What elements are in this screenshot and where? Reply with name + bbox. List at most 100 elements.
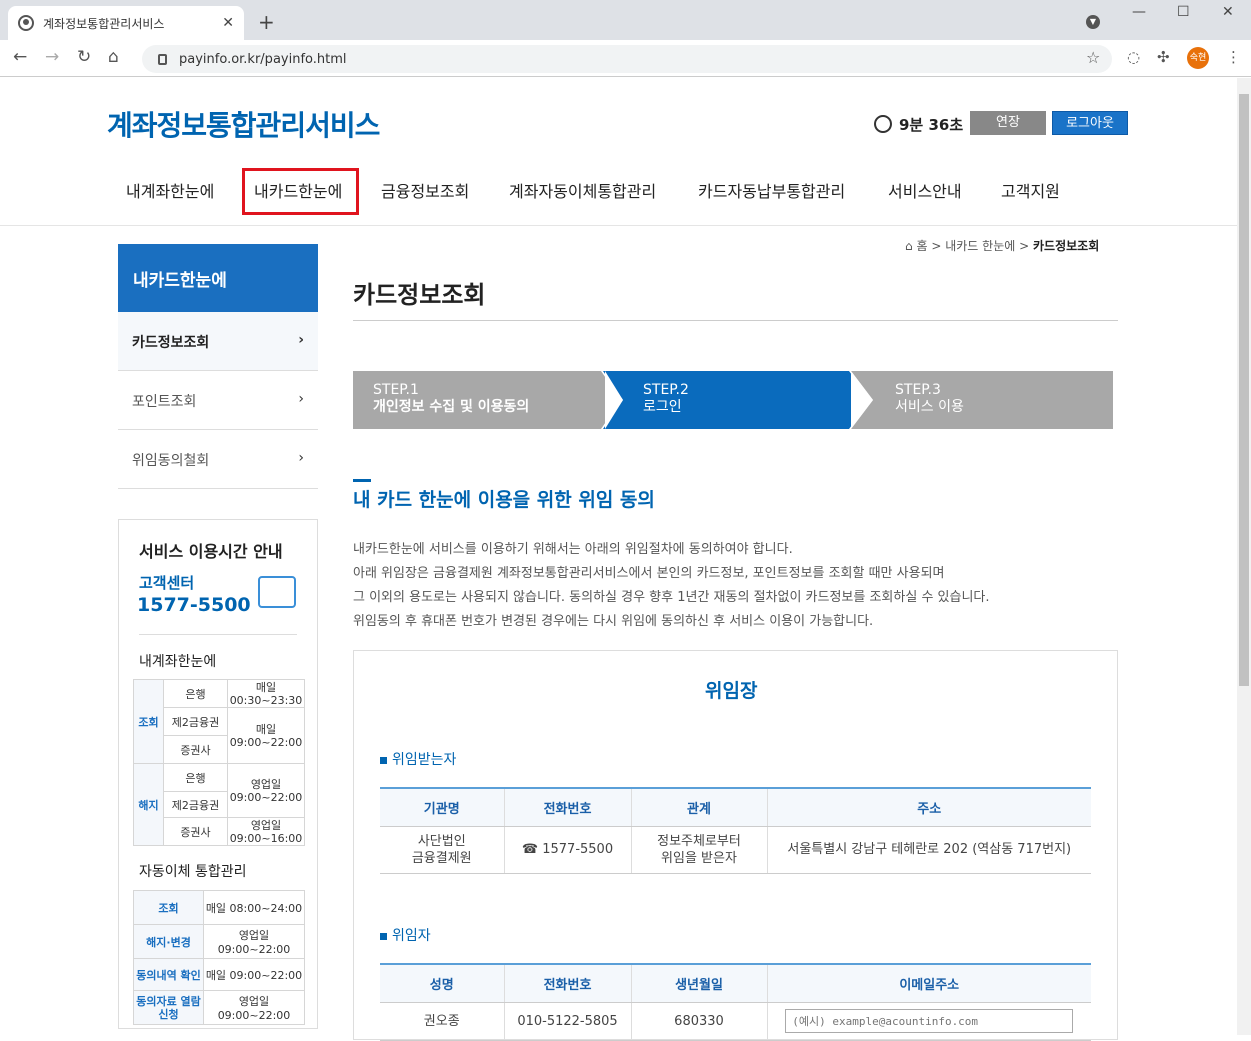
account-hours-table: 조회 은행 매일 00:30~23:30 제2금융권 매일 09:00~22:00 …	[133, 679, 305, 846]
logout-button[interactable]: 로그아웃	[1052, 111, 1128, 135]
breadcrumb: ⌂ 홈 > 내카드 한눈에 > 카드정보조회	[905, 239, 1100, 253]
heading-bar	[353, 479, 371, 482]
puzzle-icon[interactable]: ✣	[1157, 48, 1170, 66]
customer-center-icon	[258, 576, 296, 608]
session-timer: 9분 36초	[899, 116, 964, 134]
address-bar[interactable]: payinfo.or.kr/payinfo.html	[142, 45, 1112, 73]
chevron-right-icon: ›	[298, 332, 304, 348]
receiver-phone: ☎ 1577-5500	[503, 826, 631, 874]
receiver-org: 사단법인 금융결제원	[380, 826, 504, 874]
hours-cell: 매일 09:00~22:00	[227, 707, 305, 764]
lock-icon	[158, 53, 167, 65]
description-line: 그 이외의 용도로는 사용되지 않습니다. 동의하실 경우 향후 1년간 재동의…	[353, 590, 990, 605]
table-header: 전화번호	[503, 788, 631, 827]
hours-cell: 증권사	[163, 735, 228, 764]
service-hours-title: 서비스 이용시간 안내	[139, 542, 283, 561]
home-icon[interactable]: ⌂	[905, 239, 913, 253]
hours-cell: 제2금융권	[163, 707, 228, 736]
hours-cell: 은행	[163, 763, 228, 792]
step-3: STEP.3 서비스 이용	[895, 382, 964, 415]
lnb-item-revoke[interactable]: 위임동의철회 ›	[118, 430, 318, 489]
hours-key: 동의내역 확인	[133, 958, 204, 991]
divider	[139, 634, 297, 635]
table-row: 사단법인 금융결제원 ☎ 1577-5500 정보주체로부터 위임을 받은자 서울특…	[380, 826, 1091, 874]
gnb-item-support[interactable]: 고객지원	[1001, 178, 1060, 202]
gnb-item-service[interactable]: 서비스안내	[888, 178, 962, 202]
step-1: STEP.1 개인정보 수집 및 이용동의	[373, 382, 530, 415]
lnb-item-points[interactable]: 포인트조회 ›	[118, 371, 318, 430]
avatar[interactable]: 숙현	[1187, 47, 1209, 69]
step-3-bg	[851, 371, 1113, 429]
extend-button[interactable]: 연장	[970, 111, 1046, 135]
receiver-address: 서울특별시 강남구 테헤란로 202 (역삼동 717번지)	[766, 826, 1091, 874]
table-header: 생년월일	[630, 964, 767, 1003]
lnb-item-card-info[interactable]: 카드정보조회 ›	[118, 312, 318, 371]
autotransfer-hours-table: 조회 매일 08:00~24:00 해지·변경 영업일 09:00~22:00 동의…	[133, 890, 305, 1025]
hours-key: 해지·변경	[133, 924, 204, 959]
email-field[interactable]	[785, 1009, 1074, 1033]
window-close-icon[interactable]: ✕	[1222, 4, 1234, 20]
autotransfer-hours-title: 자동이체 통합관리	[139, 864, 247, 880]
url-text: payinfo.or.kr/payinfo.html	[179, 51, 347, 67]
site-logo[interactable]: 계좌정보통합관리서비스	[107, 104, 380, 144]
receiver-table: 기관명 전화번호 관계 주소 사단법인 금융결제원 ☎ 1577-5500 정보주…	[380, 787, 1091, 874]
maximize-icon[interactable]: ☐	[1177, 4, 1190, 20]
giver-name: 권오종	[380, 1002, 504, 1041]
page-title: 카드정보조회	[353, 281, 486, 309]
table-header: 기관명	[380, 788, 504, 827]
browser-tab[interactable]: 계좌정보통합관리서비스 ✕	[8, 6, 244, 40]
chevron-right-icon: ›	[298, 450, 304, 466]
hours-cell: 제2금융권	[163, 791, 228, 818]
table-header: 주소	[766, 788, 1091, 827]
tab-title: 계좌정보통합관리서비스	[43, 16, 165, 31]
back-icon[interactable]: ←	[13, 47, 27, 67]
new-tab-button[interactable]: +	[258, 10, 275, 34]
lnb-item-label: 위임동의철회	[132, 453, 210, 469]
hours-key: 조회	[133, 679, 164, 764]
breadcrumb-home[interactable]: 홈	[916, 239, 927, 253]
gnb-item-finance[interactable]: 금융정보조회	[381, 178, 469, 202]
scrollbar-thumb[interactable]	[1239, 94, 1249, 686]
chevron-right-icon: ›	[298, 391, 304, 407]
forward-icon[interactable]: →	[45, 47, 59, 67]
giver-section-title: 위임자	[380, 925, 431, 945]
table-header: 관계	[630, 788, 767, 827]
gnb-item-account[interactable]: 내계좌한눈에	[126, 178, 214, 202]
hours-cell: 증권사	[163, 817, 228, 846]
lnb-item-label: 카드정보조회	[132, 335, 210, 351]
hours-key: 해지	[133, 763, 164, 846]
customer-center-label: 고객센터	[139, 574, 195, 592]
giver-birth: 680330	[630, 1002, 767, 1041]
table-row: 권오종 010-5122-5805 680330	[380, 1002, 1091, 1041]
home-icon[interactable]: ⌂	[108, 47, 119, 67]
gnb-item-autopay[interactable]: 카드자동납부통합관리	[698, 178, 845, 202]
table-header: 이메일주소	[766, 964, 1091, 1003]
hours-cell: 영업일 09:00~22:00	[203, 924, 305, 959]
gnb-item-autotransfer[interactable]: 계좌자동이체통합관리	[509, 178, 656, 202]
breadcrumb-mid[interactable]: 내카드 한눈에	[945, 239, 1015, 253]
account-hours-title: 내계좌한눈에	[139, 654, 217, 670]
hours-key: 조회	[133, 890, 204, 925]
breadcrumb-current: 카드정보조회	[1033, 239, 1100, 253]
globe-icon	[18, 15, 34, 31]
minimize-icon[interactable]: —	[1132, 4, 1146, 20]
giver-table: 성명 전화번호 생년월일 이메일주소 권오종 010-5122-5805 680…	[380, 963, 1091, 1041]
menu-icon[interactable]: ⋮	[1226, 48, 1241, 66]
lnb-item-label: 포인트조회	[132, 394, 197, 410]
highlight-box	[242, 168, 359, 215]
hours-key: 동의자료 열람신청	[133, 990, 204, 1025]
description-line: 위임동의 후 휴대폰 번호가 변경된 경우에는 다시 위임에 동의하신 후 서비…	[353, 614, 874, 629]
step-2: STEP.2 로그인	[643, 382, 689, 415]
extension-icon[interactable]: ◌	[1127, 48, 1140, 66]
hours-cell: 매일 00:30~23:30	[227, 679, 305, 708]
proxy-title: 위임장	[705, 680, 758, 702]
hours-cell: 매일 09:00~22:00	[203, 958, 305, 991]
table-header: 전화번호	[503, 964, 631, 1003]
reload-icon[interactable]: ↻	[77, 47, 91, 67]
lnb-title: 내카드한눈에	[118, 244, 318, 312]
close-icon[interactable]: ✕	[222, 15, 234, 31]
star-icon[interactable]: ☆	[1086, 48, 1100, 67]
hours-cell: 매일 08:00~24:00	[203, 890, 305, 925]
giver-phone: 010-5122-5805	[503, 1002, 631, 1041]
chevron-down-icon[interactable]: ▼	[1086, 15, 1100, 29]
